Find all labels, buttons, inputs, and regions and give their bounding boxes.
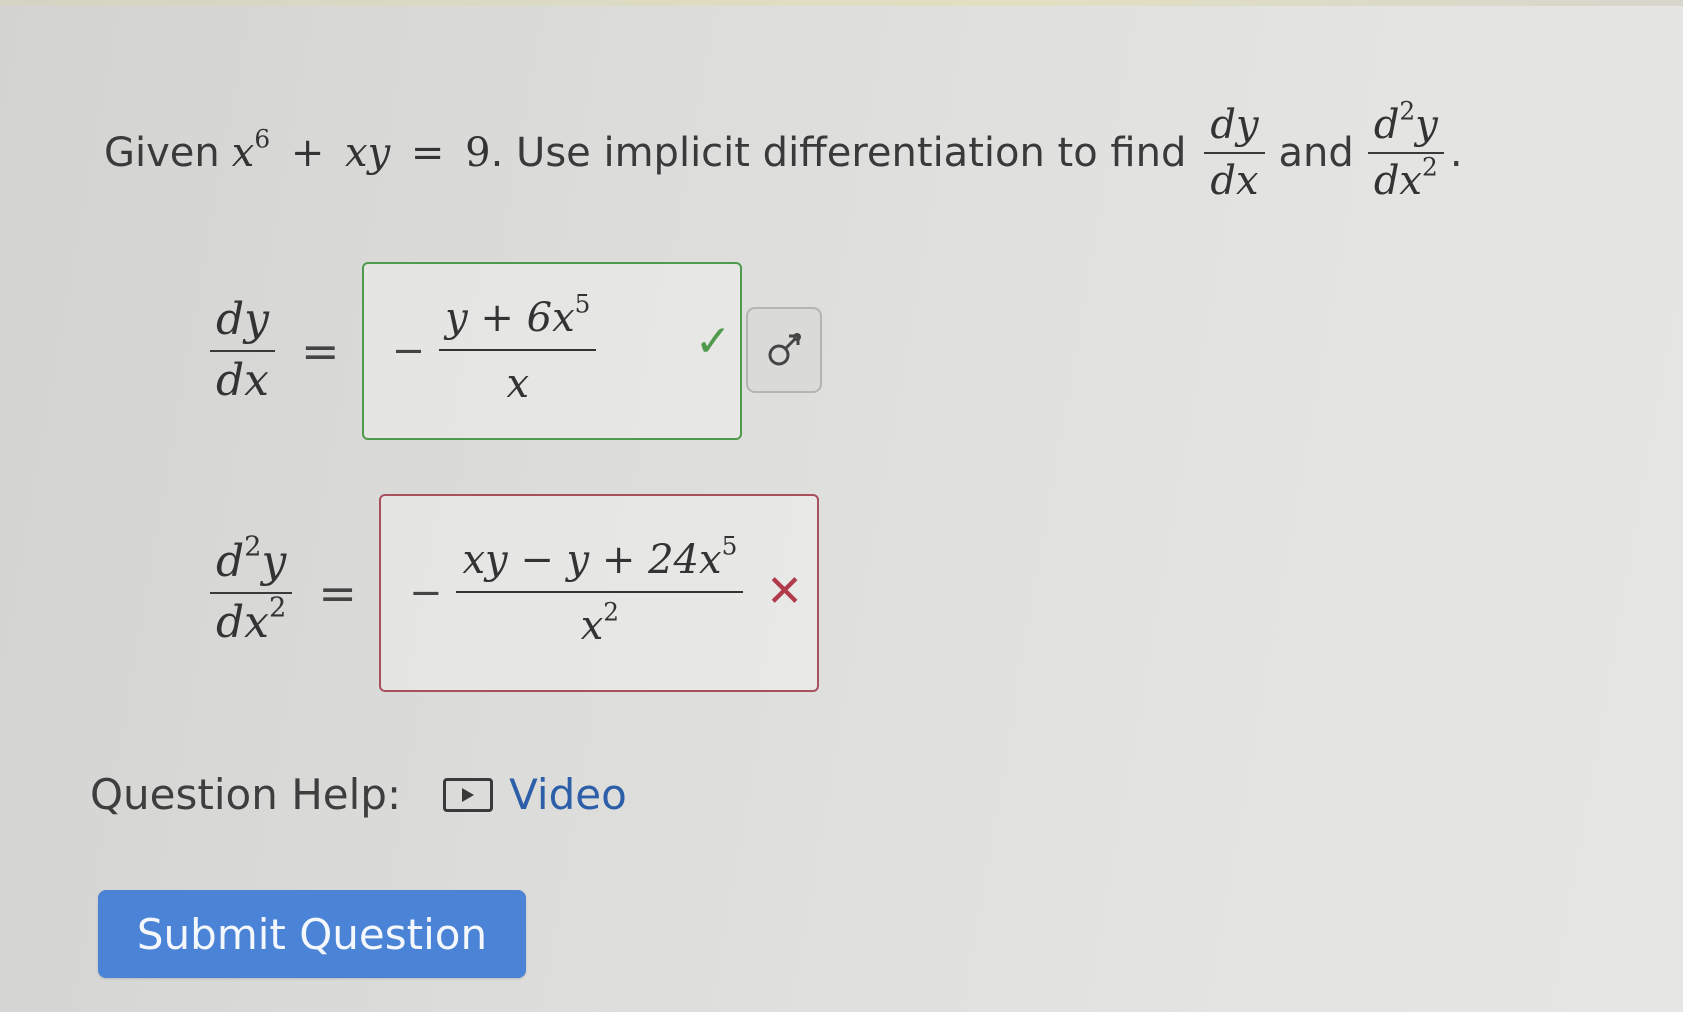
second-derivative-answer-value: − xy − y + 24x5 x2 bbox=[409, 534, 744, 649]
second-derivative-answer-field[interactable]: − xy − y + 24x5 x2 ✕ bbox=[378, 494, 819, 692]
question-text: Given x6 + xy = 9 . Use implicit differe… bbox=[104, 88, 1463, 218]
instruction-text: . Use implicit differentiation to find bbox=[490, 130, 1187, 176]
given-equation: x6 + xy = 9 bbox=[231, 124, 491, 176]
period: . bbox=[1449, 130, 1463, 176]
second-derivative-symbol: d2y dx2 bbox=[1367, 99, 1444, 204]
question-help-label: Question Help: bbox=[90, 770, 402, 819]
given-label: Given bbox=[104, 130, 220, 176]
first-derivative-answer-field[interactable]: − y + 6x5 x ✓ bbox=[361, 262, 742, 440]
question-help: Question Help: Video bbox=[90, 770, 627, 819]
and-label: and bbox=[1278, 130, 1354, 176]
equals-sign: = bbox=[318, 566, 357, 620]
first-derivative-symbol: dy dx bbox=[1204, 102, 1265, 204]
check-icon: ✓ bbox=[694, 316, 732, 367]
equals-sign: = bbox=[301, 324, 340, 378]
cross-icon: ✕ bbox=[766, 566, 803, 617]
first-derivative-answer-value: − y + 6x5 x bbox=[392, 292, 597, 407]
answer-row-second-derivative: d2y dx2 = − xy − y + 24x5 x2 ✕ bbox=[204, 494, 819, 692]
top-bar bbox=[0, 0, 1683, 6]
video-label: Video bbox=[509, 770, 627, 819]
preview-button[interactable] bbox=[746, 307, 822, 393]
video-link[interactable]: Video bbox=[443, 770, 627, 819]
second-derivative-label: d2y dx2 bbox=[210, 534, 293, 648]
submit-question-button[interactable]: Submit Question bbox=[98, 890, 526, 978]
first-derivative-label: dy dx bbox=[210, 295, 276, 406]
play-icon bbox=[443, 777, 494, 812]
gender-symbol-icon bbox=[768, 333, 801, 366]
answer-row-first-derivative: dy dx = − y + 6x5 x ✓ bbox=[204, 262, 742, 440]
